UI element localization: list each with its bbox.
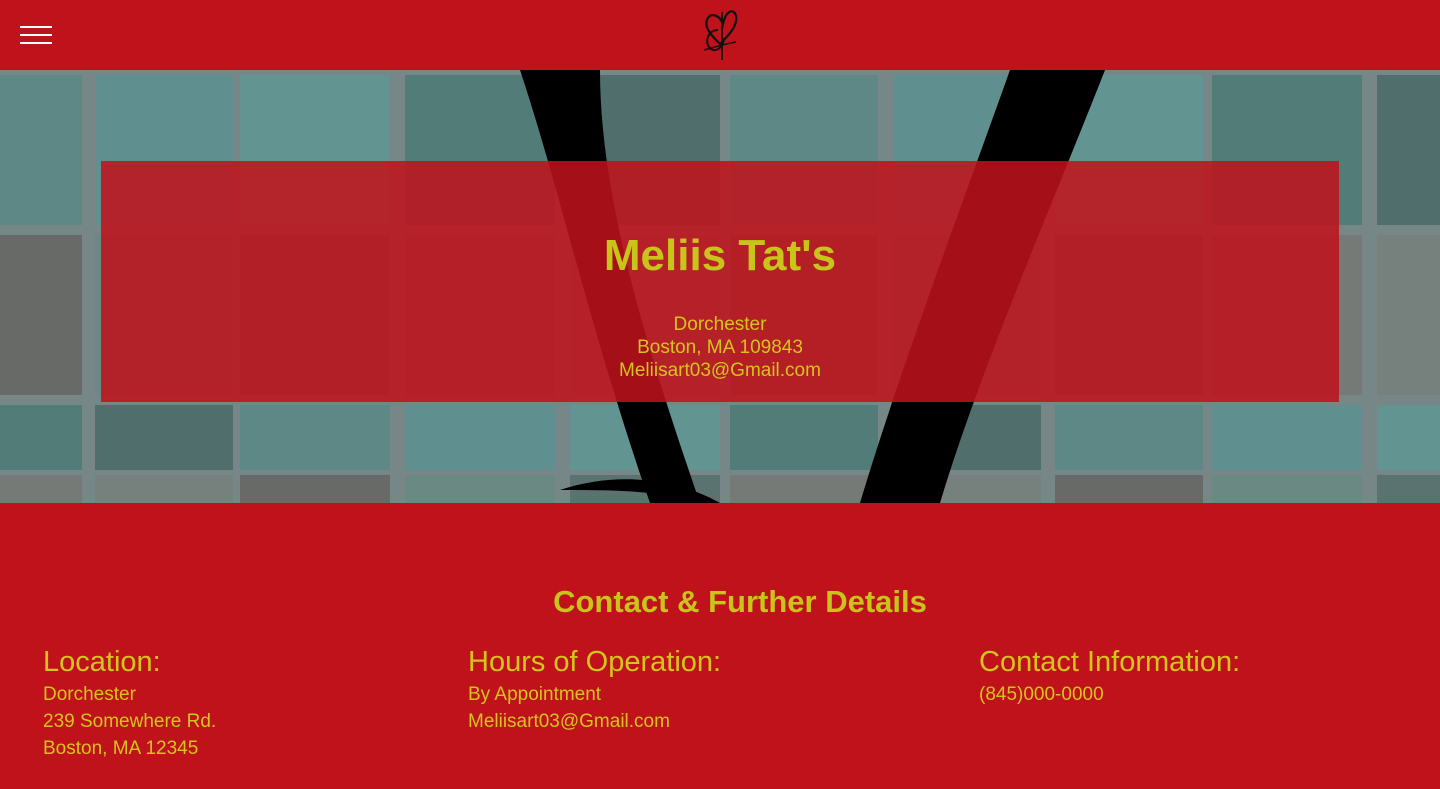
hero-line: Dorchester [673, 314, 767, 335]
location-line: Boston, MA 12345 [43, 738, 199, 759]
hours-line: By Appointment [468, 684, 602, 705]
hero-info-card: Meliis Tat's Dorchester Boston, MA 10984… [101, 161, 1339, 402]
contact-info-title: Contact Information: [979, 646, 1241, 678]
location-title: Location: [43, 646, 161, 678]
hours-title: Hours of Operation: [468, 646, 722, 678]
location-column: Location: Dorchester 239 Somewhere Rd. B… [43, 645, 216, 762]
hero-email-link[interactable]: Meliisart03@Gmail.com [101, 359, 1339, 382]
phone-number-link[interactable]: (845)000-0000 [979, 681, 1240, 708]
hero-title: Meliis Tat's [603, 231, 837, 280]
hours-email-link[interactable]: Meliisart03@Gmail.com [468, 708, 721, 735]
hero-banner: Meliis Tat's Dorchester Boston, MA 10984… [0, 70, 1440, 503]
location-line: 239 Somewhere Rd. [43, 711, 217, 732]
location-line: Dorchester [43, 684, 136, 705]
hero-address: Dorchester Boston, MA 109843 Meliisart03… [101, 313, 1339, 382]
top-navigation-bar [0, 0, 1440, 70]
butterfly-heart-logo-icon[interactable] [698, 4, 744, 64]
hero-line: Boston, MA 109843 [637, 337, 803, 358]
contact-section-heading: Contact & Further Details [553, 584, 927, 619]
hours-column: Hours of Operation: By Appointment Melii… [468, 645, 721, 735]
contact-info-column: Contact Information: (845)000-0000 [979, 645, 1240, 708]
hamburger-menu-icon[interactable] [20, 26, 52, 44]
